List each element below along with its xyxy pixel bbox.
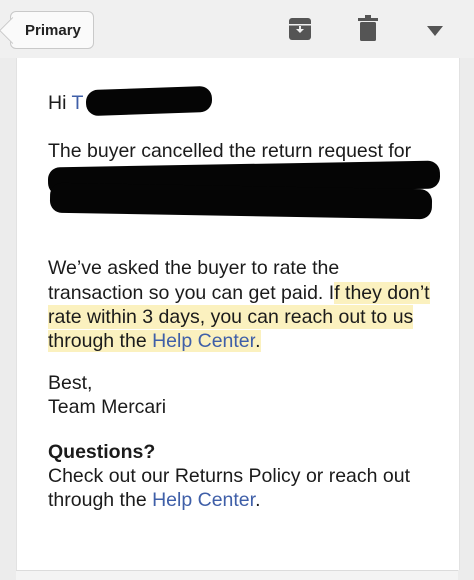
- back-chevron-icon: [0, 17, 26, 44]
- rating-line-2-highlight: f they don’t: [334, 282, 430, 304]
- rating-line-4-prefix: through the: [48, 330, 153, 352]
- rating-line-2-plain: transaction so you can get paid. I: [48, 282, 335, 304]
- rating-paragraph-line-2: transaction so you can get paid. If they…: [48, 281, 430, 305]
- questions-line-2: through the Help Center.: [48, 488, 261, 512]
- rating-paragraph-line-3: rate within 3 days, you can reach out to…: [48, 305, 414, 329]
- redacted-name: [85, 85, 213, 117]
- rating-paragraph-line-1: We’ve asked the buyer to rate the: [48, 257, 340, 279]
- questions-line-1: Check out our Returns Policy or reach ou…: [48, 465, 411, 487]
- greeting-text: Hi: [48, 92, 67, 114]
- archive-icon[interactable]: [288, 17, 312, 41]
- cancel-notice-text: The buyer cancelled the return request f…: [48, 140, 412, 162]
- back-to-primary-button[interactable]: Primary: [0, 11, 94, 49]
- dropdown-icon[interactable]: [427, 26, 443, 36]
- greeting-name-initial: T: [71, 92, 84, 114]
- email-toolbar: Primary: [0, 0, 474, 58]
- signoff: Best,: [48, 372, 93, 394]
- signature: Team Mercari: [48, 396, 167, 418]
- back-button-label: Primary: [25, 21, 81, 39]
- trash-icon[interactable]: [358, 15, 378, 41]
- questions-line-2-suffix: .: [255, 489, 261, 511]
- rating-line-4-suffix: .: [255, 330, 261, 352]
- help-center-link-1[interactable]: Help Center: [152, 330, 256, 352]
- rating-paragraph-line-4: through the Help Center.: [48, 329, 261, 353]
- questions-heading: Questions?: [48, 441, 156, 463]
- greeting: Hi T: [48, 91, 83, 115]
- help-center-link-2[interactable]: Help Center: [152, 489, 255, 511]
- questions-line-2-prefix: through the: [48, 489, 153, 511]
